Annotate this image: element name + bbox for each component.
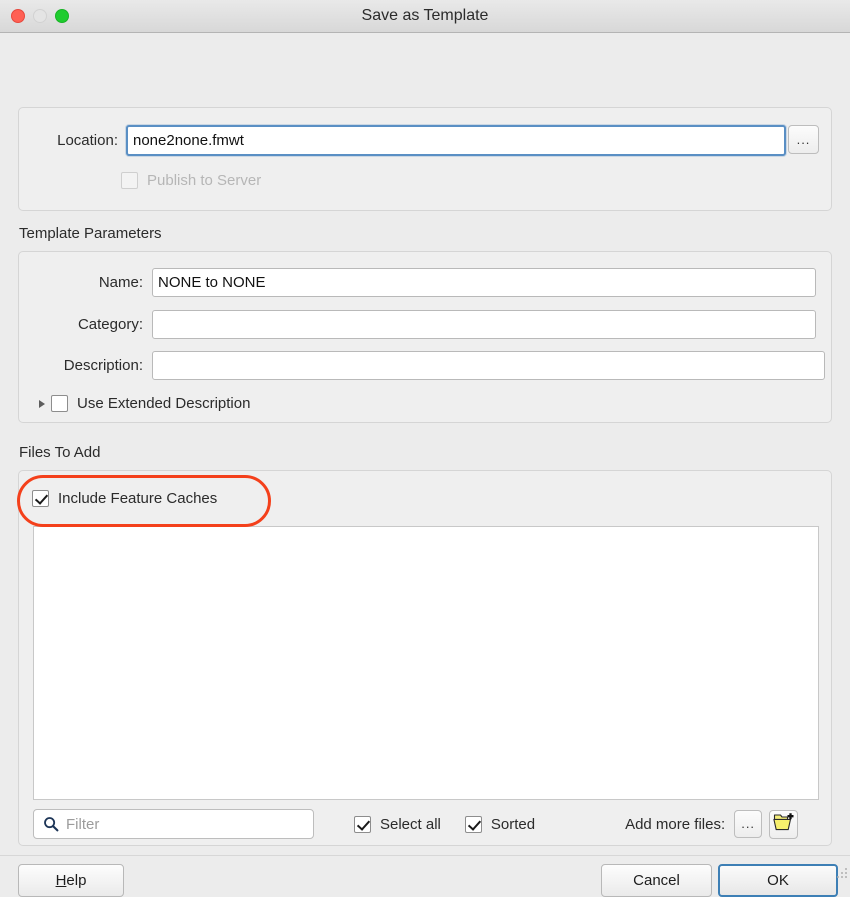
window-titlebar: Save as Template <box>0 0 850 33</box>
cancel-button[interactable]: Cancel <box>601 864 712 897</box>
select-all-label: Select all <box>380 815 441 833</box>
use-extended-description-checkbox[interactable] <box>51 395 68 412</box>
cancel-button-label: Cancel <box>633 872 680 889</box>
ellipsis-icon: ... <box>741 816 756 831</box>
chevron-right-icon[interactable] <box>39 399 45 408</box>
template-parameters-title: Template Parameters <box>19 225 162 242</box>
include-feature-caches-label: Include Feature Caches <box>58 490 218 507</box>
name-label: Name: <box>98 274 143 291</box>
category-input[interactable] <box>152 310 816 339</box>
help-mnemonic-letter: H <box>55 872 67 889</box>
traffic-light-group <box>11 9 69 23</box>
search-icon <box>43 816 59 832</box>
add-more-files-browse-button[interactable]: ... <box>734 810 763 838</box>
sorted-row[interactable]: Sorted <box>464 815 536 833</box>
files-to-add-group: Include Feature Caches Filter Select all <box>18 470 832 846</box>
dialog-body: Location: ... Publish to Server Template… <box>0 33 850 897</box>
ok-button[interactable]: OK <box>718 864 838 897</box>
ellipsis-icon: ... <box>796 131 811 147</box>
add-folder-icon <box>772 812 795 837</box>
category-label: Category: <box>77 316 143 333</box>
location-group <box>18 107 832 211</box>
add-more-files-label: Add more files: <box>625 815 726 833</box>
sorted-checkbox[interactable] <box>464 815 482 833</box>
add-folder-button[interactable] <box>769 809 799 839</box>
files-list[interactable] <box>33 526 819 800</box>
footer-divider <box>0 855 850 856</box>
files-list-toolbar: Filter Select all Sorted Add more files:… <box>33 808 819 840</box>
description-label: Description: <box>63 357 143 374</box>
include-feature-caches-row[interactable]: Include Feature Caches <box>32 490 217 507</box>
use-extended-description-row[interactable]: Use Extended Description <box>39 395 250 412</box>
ok-button-label: OK <box>767 872 789 889</box>
location-label: Location: <box>57 132 118 149</box>
select-all-checkbox[interactable] <box>354 815 371 833</box>
filter-placeholder-text: Filter <box>66 815 100 833</box>
resize-grip[interactable] <box>834 865 847 878</box>
help-label-rest: elp <box>66 872 87 889</box>
description-row: Description: <box>24 351 825 380</box>
minimize-button[interactable] <box>33 9 47 23</box>
location-browse-button[interactable]: ... <box>788 125 819 154</box>
select-all-row[interactable]: Select all <box>354 815 441 833</box>
publish-to-server-checkbox-row: Publish to Server <box>121 172 261 189</box>
name-input[interactable] <box>152 268 816 297</box>
description-input[interactable] <box>152 351 825 380</box>
window-title: Save as Template <box>361 7 489 24</box>
name-row: Name: <box>33 268 816 297</box>
category-row: Category: <box>33 310 816 339</box>
maximize-button[interactable] <box>55 9 69 23</box>
publish-to-server-checkbox <box>121 172 138 189</box>
use-extended-description-label: Use Extended Description <box>77 395 251 412</box>
files-to-add-title: Files To Add <box>19 444 101 461</box>
close-button[interactable] <box>11 9 25 23</box>
location-input[interactable] <box>126 125 786 156</box>
filter-input[interactable]: Filter <box>33 809 314 839</box>
help-button[interactable]: Help <box>18 864 124 897</box>
include-feature-caches-checkbox[interactable] <box>32 490 49 507</box>
location-row: Location: <box>33 125 786 156</box>
publish-to-server-label: Publish to Server <box>147 172 262 189</box>
sorted-label: Sorted <box>490 815 536 833</box>
